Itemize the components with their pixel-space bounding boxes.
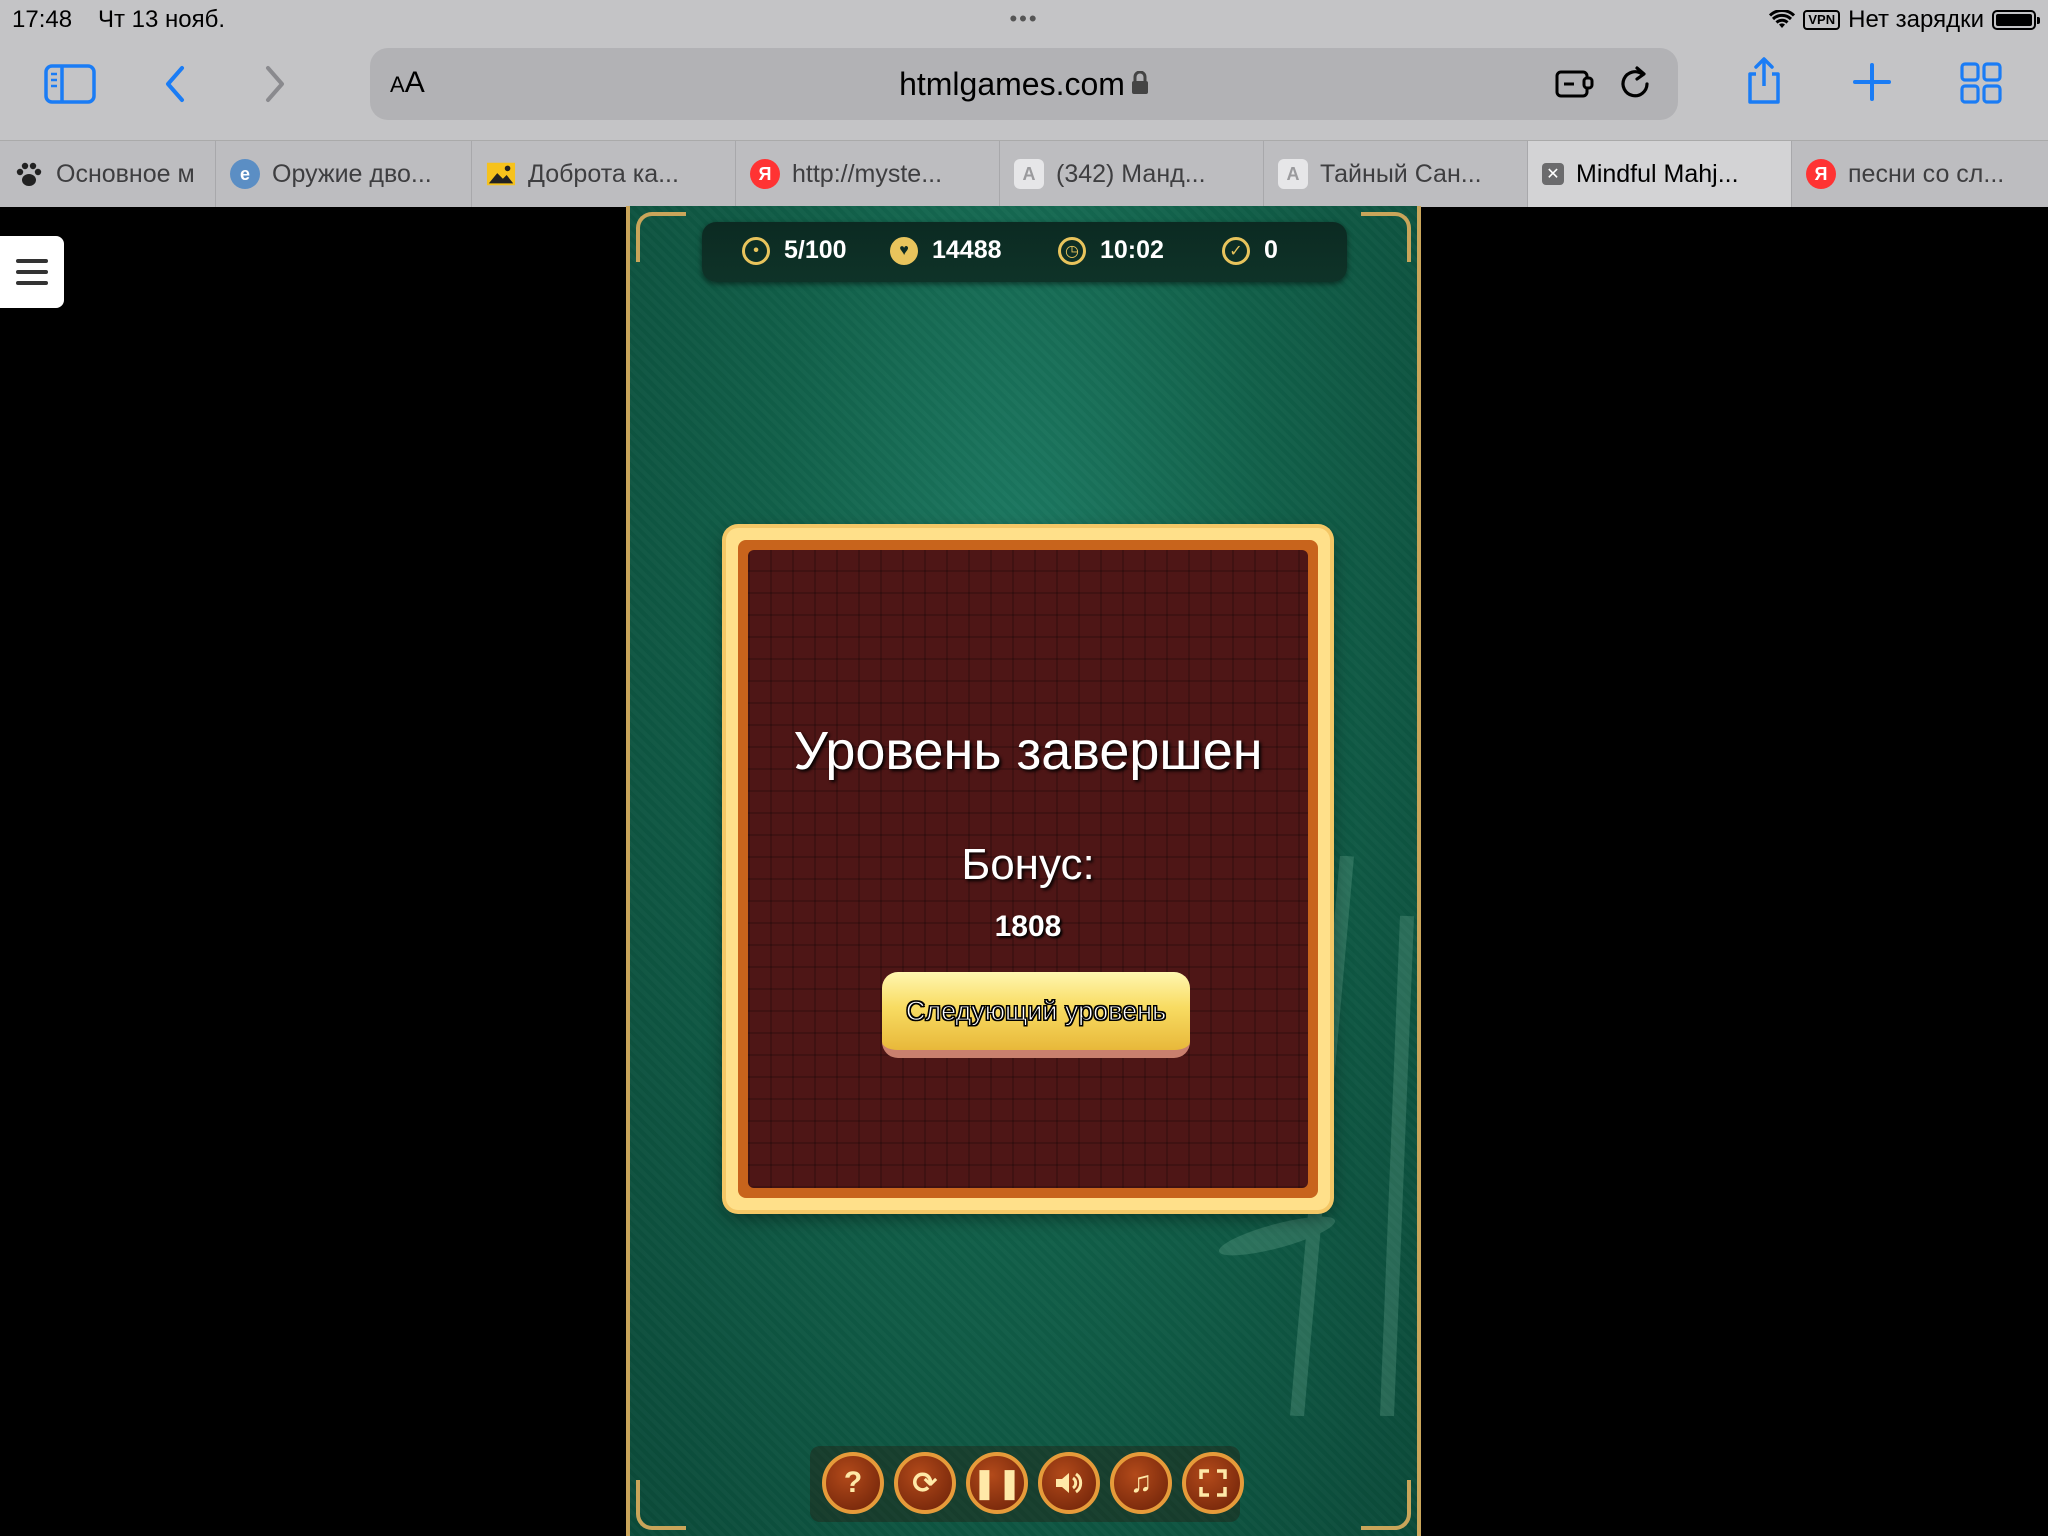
time-value: 10:02 — [1100, 236, 1164, 264]
extension-icon[interactable] — [1554, 66, 1596, 107]
tab-item[interactable]: A (342) Манд... — [1000, 141, 1264, 207]
frame-corner — [636, 212, 686, 262]
tab-item[interactable]: e Оружие дво... — [216, 141, 472, 207]
close-icon[interactable]: ✕ — [1542, 163, 1564, 185]
multitask-dots[interactable]: ••• — [1000, 6, 1048, 32]
tab-bar: Основное м e Оружие дво... Доброта ка...… — [0, 140, 2048, 207]
status-time: 17:48 — [12, 6, 73, 33]
hud-time: ◷ 10:02 — [1058, 236, 1164, 265]
new-tab-icon[interactable] — [1852, 62, 1892, 102]
image-icon — [486, 159, 516, 189]
share-icon[interactable] — [1744, 56, 1784, 106]
game-hud: • 5/100 ♥ 14488 ◷ 10:02 ✓ 0 — [702, 222, 1347, 282]
address-bar[interactable]: AA htmlgames.com — [370, 48, 1678, 120]
site-icon: e — [230, 159, 260, 189]
tab-label: песни со сл... — [1848, 159, 2005, 188]
hud-score: ♥ 14488 — [890, 236, 1002, 265]
heart-icon: ♥ — [890, 236, 918, 265]
tab-item[interactable]: A Тайный Сан... — [1264, 141, 1528, 207]
battery-icon — [1992, 10, 2040, 30]
shuffle-icon[interactable]: ⟳ — [894, 1452, 956, 1514]
forward-icon[interactable] — [260, 62, 290, 106]
bonus-label: Бонус: — [961, 840, 1095, 889]
browser-toolbar: AA htmlgames.com — [0, 40, 2048, 140]
tab-label: Оружие дво... — [272, 159, 432, 188]
tab-label: (342) Манд... — [1056, 159, 1206, 188]
dialog-border: Уровень завершен Бонус: 1808 Следующий у… — [738, 540, 1318, 1198]
music-icon[interactable]: ♫ — [1110, 1452, 1172, 1514]
bonus-value: 1808 — [994, 910, 1062, 943]
a-icon: A — [1014, 159, 1044, 189]
status-bar: 17:48 Чт 13 нояб. ••• VPN Нет зарядки — [0, 0, 2048, 40]
matches-value: 0 — [1264, 236, 1278, 264]
score-value: 14488 — [932, 236, 1002, 264]
tab-label: Тайный Сан... — [1320, 159, 1482, 188]
vpn-badge: VPN — [1803, 10, 1841, 30]
charging-status: Нет зарядки — [1848, 6, 1984, 33]
game-canvas[interactable]: • 5/100 ♥ 14488 ◷ 10:02 ✓ 0 Уровень заве… — [626, 206, 1421, 1536]
dialog-title: Уровень завершен — [793, 721, 1263, 781]
yandex-icon: Я — [750, 159, 780, 189]
back-icon[interactable] — [160, 62, 190, 106]
a-icon: A — [1278, 159, 1308, 189]
tab-label: Доброта ка... — [528, 159, 679, 188]
sound-icon[interactable] — [1038, 1452, 1100, 1514]
frame-corner — [1361, 212, 1411, 262]
status-right: VPN Нет зарядки — [1769, 6, 2040, 34]
tab-item[interactable]: Доброта ка... — [472, 141, 736, 207]
hamburger-menu-icon[interactable] — [0, 236, 64, 308]
hud-level: • 5/100 — [742, 236, 847, 265]
fullscreen-icon[interactable] — [1182, 1452, 1244, 1514]
frame-corner — [636, 1480, 686, 1530]
pause-icon[interactable]: ❚❚ — [966, 1452, 1028, 1514]
tab-item-active[interactable]: ✕ Mindful Mahj... — [1528, 141, 1792, 207]
wifi-icon — [1769, 10, 1796, 28]
help-icon[interactable]: ? — [822, 1452, 884, 1514]
sidebar-toggle-icon[interactable] — [44, 62, 96, 106]
frame-corner — [1361, 1480, 1411, 1530]
game-controls: ? ⟳ ❚❚ ♫ — [810, 1446, 1244, 1522]
clock-icon: ◷ — [1058, 236, 1086, 265]
tab-label: http://myste... — [792, 159, 943, 188]
status-date: Чт 13 нояб. — [98, 6, 226, 33]
tab-item[interactable]: Я http://myste... — [736, 141, 1000, 207]
dialog-panel: Уровень завершен Бонус: 1808 Следующий у… — [748, 550, 1308, 1188]
paw-icon — [14, 159, 44, 189]
lock-icon — [1131, 70, 1149, 101]
tab-item[interactable]: Основное м — [0, 141, 216, 207]
level-icon: • — [742, 236, 770, 265]
tab-overview-icon[interactable] — [1960, 62, 2002, 104]
reload-icon[interactable] — [1618, 64, 1654, 107]
level-value: 5/100 — [784, 236, 847, 264]
url-text: htmlgames.com — [899, 66, 1125, 102]
tab-item[interactable]: Я песни со сл... — [1792, 141, 2048, 207]
level-complete-dialog: Уровень завершен Бонус: 1808 Следующий у… — [726, 528, 1330, 1210]
next-level-button[interactable]: Следующий уровень — [882, 972, 1190, 1058]
check-icon: ✓ — [1222, 236, 1250, 265]
tab-label: Основное м — [56, 159, 195, 188]
yandex-icon: Я — [1806, 159, 1836, 189]
url-display[interactable]: htmlgames.com — [370, 66, 1678, 103]
hud-matches: ✓ 0 — [1222, 236, 1278, 265]
tab-label: Mindful Mahj... — [1576, 159, 1739, 188]
